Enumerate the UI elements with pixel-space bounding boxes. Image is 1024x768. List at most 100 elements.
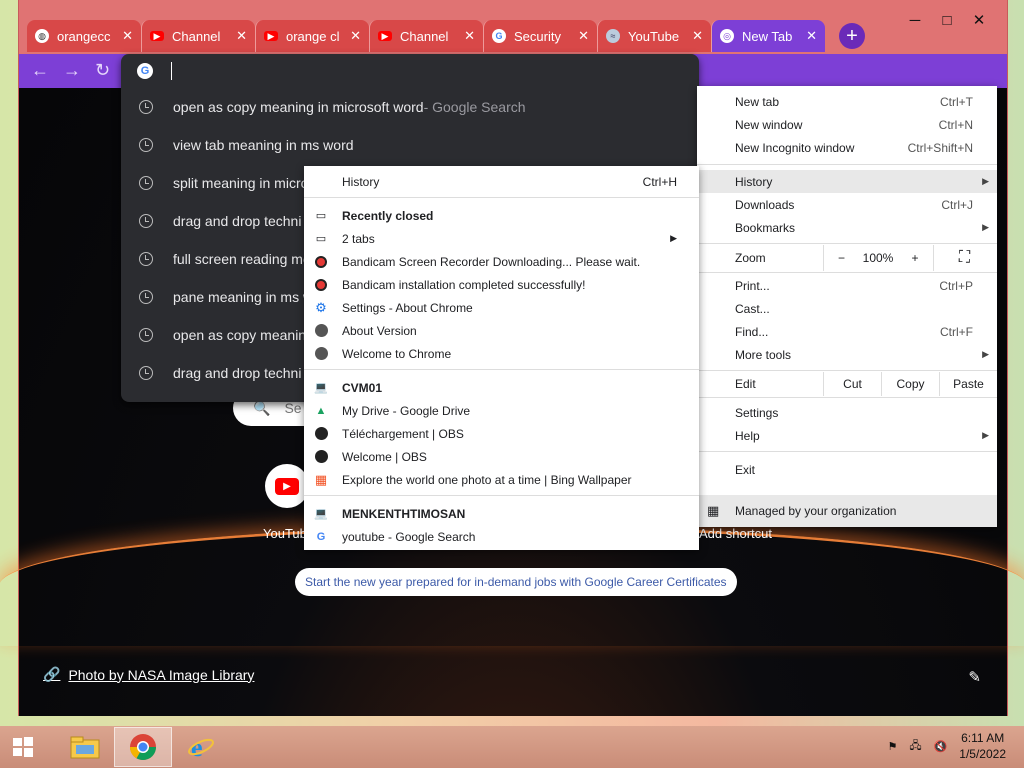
history-entry[interactable]: About Version	[304, 319, 699, 342]
close-tab-icon[interactable]: ✕	[806, 28, 817, 44]
tab-3[interactable]: ▶ Channel ✕	[369, 20, 483, 52]
zoom-row: Zoom − 100% + ⛶	[697, 245, 997, 271]
google-icon: G	[316, 530, 326, 543]
menu-find[interactable]: Find... Ctrl+F	[697, 320, 997, 343]
shortcut: Ctrl+P	[939, 278, 973, 293]
menu-more-tools[interactable]: More tools ▶	[697, 343, 997, 366]
shortcut-youtube[interactable]: ▶	[265, 464, 309, 508]
laptop-icon: 💻	[314, 382, 328, 394]
history-entry[interactable]: Téléchargement | OBS	[304, 422, 699, 445]
tab-5[interactable]: ≈ YouTube ✕	[597, 20, 711, 52]
tab-1[interactable]: ▶ Channel ✕	[141, 20, 255, 52]
history-clock-icon	[139, 290, 153, 304]
history-entry[interactable]: Gyoutube - Google Search	[304, 525, 699, 548]
menu-incognito[interactable]: New Incognito window Ctrl+Shift+N	[697, 136, 997, 159]
menu-bookmarks[interactable]: Bookmarks ▶	[697, 216, 997, 239]
close-tab-icon[interactable]: ✕	[692, 28, 703, 44]
reload-icon[interactable]: ↻	[95, 60, 110, 81]
history-entry[interactable]: ▲ My Drive - Google Drive	[304, 399, 699, 422]
add-shortcut-label[interactable]: Add shortcut	[699, 526, 772, 541]
close-tab-icon[interactable]: ✕	[350, 28, 361, 44]
obs-icon	[314, 427, 328, 441]
history-entry[interactable]: Bandicam installation completed successf…	[304, 273, 699, 296]
close-button[interactable]: ✕	[963, 8, 995, 32]
back-icon[interactable]: ←	[31, 60, 49, 81]
tab-0[interactable]: ◍ orangecc ✕	[27, 20, 141, 52]
tab-4[interactable]: G Security ✕	[483, 20, 597, 52]
chrome-taskbar-icon[interactable]	[114, 727, 172, 767]
history-submenu: History Ctrl+H ▭ Recently closed ▭ 2 tabs ▶ …	[304, 166, 699, 550]
internet-explorer-icon[interactable]: e	[172, 727, 230, 767]
history-entry[interactable]: Welcome to Chrome	[304, 342, 699, 365]
close-tab-icon[interactable]: ✕	[578, 28, 589, 44]
action-center-flag-icon[interactable]: ⚑	[887, 740, 897, 753]
menu-cast[interactable]: Cast...	[697, 297, 997, 320]
google-icon: G	[492, 29, 506, 43]
submenu-arrow-icon: ▶	[982, 176, 989, 186]
shortcut-youtube-label: YouTub	[263, 526, 307, 541]
suggestion-1[interactable]: view tab meaning in ms word	[121, 126, 699, 164]
volume-muted-icon[interactable]: 🔇	[934, 740, 948, 753]
menu-downloads[interactable]: Downloads Ctrl+J	[697, 193, 997, 216]
suggestion-text: open as copy meanin	[173, 327, 307, 343]
fullscreen-icon[interactable]: ⛶	[933, 245, 995, 271]
menu-settings[interactable]: Settings	[697, 401, 997, 424]
menu-label: Exit	[735, 462, 756, 477]
suggestion-text: full screen reading me	[173, 251, 311, 267]
tab-icon: ▭	[315, 210, 327, 222]
file-explorer-icon[interactable]	[56, 727, 114, 767]
menu-new-tab[interactable]: New tab Ctrl+T	[697, 90, 997, 113]
menu-print[interactable]: Print... Ctrl+P	[697, 274, 997, 297]
close-tab-icon[interactable]: ✕	[464, 28, 475, 44]
menu-new-window[interactable]: New window Ctrl+N	[697, 113, 997, 136]
cut-button[interactable]: Cut	[823, 372, 881, 396]
history-entry-label: Téléchargement | OBS	[342, 426, 464, 441]
new-tab-button[interactable]: +	[839, 23, 865, 49]
tab-title: Channel	[172, 28, 221, 44]
youtube-icon: ▶	[378, 31, 392, 41]
clock-time: 6:11 AM	[961, 731, 1005, 745]
zoom-out-button[interactable]: −	[823, 245, 859, 271]
zoom-in-button[interactable]: +	[897, 245, 933, 271]
menu-history[interactable]: History ▶	[697, 170, 997, 193]
tab-2[interactable]: ▶ orange cl ✕	[255, 20, 369, 52]
menu-label: New window	[735, 117, 803, 132]
forward-icon[interactable]: →	[63, 60, 81, 81]
paste-button[interactable]: Paste	[939, 372, 997, 396]
obs-icon	[314, 450, 328, 464]
menu-exit[interactable]: Exit	[697, 458, 997, 481]
copy-button[interactable]: Copy	[881, 372, 939, 396]
recently-closed-header: ▭ Recently closed	[315, 208, 434, 223]
close-tab-icon[interactable]: ✕	[236, 28, 247, 44]
history-entry[interactable]: ▭ 2 tabs ▶	[304, 227, 699, 250]
omnibox-input[interactable]: G	[121, 54, 699, 88]
photo-credit-text[interactable]: Photo by NASA Image Library	[68, 667, 254, 683]
windows-start-icon[interactable]	[0, 726, 46, 768]
history-entry[interactable]: ▦ Explore the world one photo at a time |…	[304, 468, 699, 491]
photo-credit[interactable]: 🔗 Photo by NASA Image Library	[43, 666, 254, 683]
history-entry[interactable]: Welcome | OBS	[304, 445, 699, 468]
promo-link[interactable]: Start the new year prepared for in-deman…	[295, 568, 737, 596]
menu-help[interactable]: Help ▶	[697, 424, 997, 447]
minimize-button[interactable]: ─	[899, 8, 931, 32]
clock[interactable]: 6:11 AM 1/5/2022	[959, 730, 1006, 762]
maximize-button[interactable]: □	[931, 8, 963, 32]
menu-managed[interactable]: ▦ Managed by your organization	[697, 495, 997, 527]
history-clock-icon	[139, 366, 153, 380]
suggestion-0[interactable]: open as copy meaning in microsoft word -…	[121, 88, 699, 126]
customize-pencil-icon[interactable]: ✎	[968, 668, 981, 686]
network-icon[interactable]: 🖧	[909, 737, 921, 756]
suggestion-text: drag and drop techni	[173, 213, 302, 229]
shortcut: Ctrl+F	[940, 324, 973, 339]
history-entry[interactable]: ⚙ Settings - About Chrome	[304, 296, 699, 319]
taskbar: e ⚑ 🖧 🔇 6:11 AM 1/5/2022	[0, 726, 1024, 768]
tab-icon: ▭	[315, 233, 327, 245]
history-entry[interactable]: Bandicam Screen Recorder Downloading... …	[304, 250, 699, 273]
history-item[interactable]: History Ctrl+H	[304, 170, 699, 193]
history-label: History	[342, 174, 380, 189]
laptop-icon: 💻	[314, 508, 328, 520]
link-icon: 🔗	[43, 666, 61, 682]
youtube-studio-icon: ≈	[606, 29, 620, 43]
tab-6[interactable]: ◎ New Tab ✕	[711, 20, 825, 52]
close-tab-icon[interactable]: ✕	[122, 28, 133, 44]
